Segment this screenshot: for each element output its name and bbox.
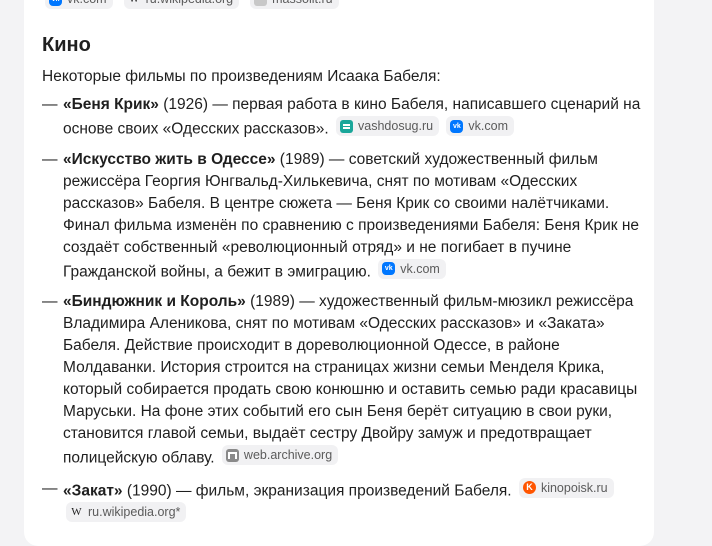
list-dash: — xyxy=(42,293,58,310)
film-item: — «Искусство жить в Одессе» (1989) — сов… xyxy=(42,149,642,284)
source-label: massolit.ru xyxy=(272,0,332,9)
film-item: — «Биндюжник и Король» (1989) — художест… xyxy=(42,291,642,470)
source-chip[interactable]: kinopoisk.ru xyxy=(518,477,614,498)
film-description: (1989) — художественный фильм-мюзикл реж… xyxy=(63,293,638,467)
film-title: «Закат» xyxy=(63,482,123,499)
film-item: — «Беня Крик» (1926) — первая работа в к… xyxy=(42,94,642,141)
source-label: vk.com xyxy=(67,0,107,9)
source-label: vashdosug.ru xyxy=(358,119,434,133)
section-intro: Некоторые фильмы по произведениям Исаака… xyxy=(42,68,441,85)
source-label: vk.com xyxy=(468,119,508,133)
source-chip[interactable]: ru.wikipedia.org xyxy=(123,0,240,9)
massolit-icon xyxy=(254,0,268,6)
source-label: ru.wikipedia.org* xyxy=(88,505,181,519)
film-item: — «Закат» (1990) — фильм, экранизация пр… xyxy=(42,477,642,527)
source-chip[interactable]: massolit.ru xyxy=(250,0,339,9)
list-dash: — xyxy=(42,150,58,168)
source-label: vk.com xyxy=(400,261,440,276)
vashdosug-icon xyxy=(340,119,354,133)
kinopoisk-icon xyxy=(522,481,536,494)
source-chip[interactable]: vk.com xyxy=(446,116,514,136)
source-label: ru.wikipedia.org xyxy=(146,0,234,9)
source-label: web.archive.org xyxy=(243,448,333,462)
film-title: «Искусство жить в Одессе» xyxy=(63,150,276,168)
vk-icon xyxy=(450,119,464,133)
film-title: «Биндюжник и Король» xyxy=(63,293,246,310)
wikipedia-icon xyxy=(128,0,141,6)
archive-icon xyxy=(225,448,239,462)
section-title: Кино xyxy=(42,34,91,56)
list-dash: — xyxy=(42,479,58,497)
film-description: (1989) — советский художественный фильм … xyxy=(63,150,640,281)
list-dash: — xyxy=(42,96,58,113)
top-sources-row: vk.com ru.wikipedia.org massolit.ru xyxy=(42,0,339,9)
film-list: — «Беня Крик» (1926) — первая работа в к… xyxy=(42,94,642,535)
source-chip[interactable]: ru.wikipedia.org* xyxy=(66,502,187,522)
source-label: kinopoisk.ru xyxy=(540,480,608,495)
film-description: (1990) — фильм, экранизация произведений… xyxy=(122,482,512,499)
vk-icon xyxy=(382,262,396,275)
source-chip[interactable]: web.archive.org xyxy=(221,445,339,465)
source-chip[interactable]: vk.com xyxy=(45,0,113,9)
wikipedia-icon xyxy=(70,506,83,519)
film-title: «Беня Крик» xyxy=(63,96,159,113)
vk-icon xyxy=(49,0,62,6)
source-chip[interactable]: vk.com xyxy=(378,258,446,279)
source-chip[interactable]: vashdosug.ru xyxy=(336,116,440,136)
